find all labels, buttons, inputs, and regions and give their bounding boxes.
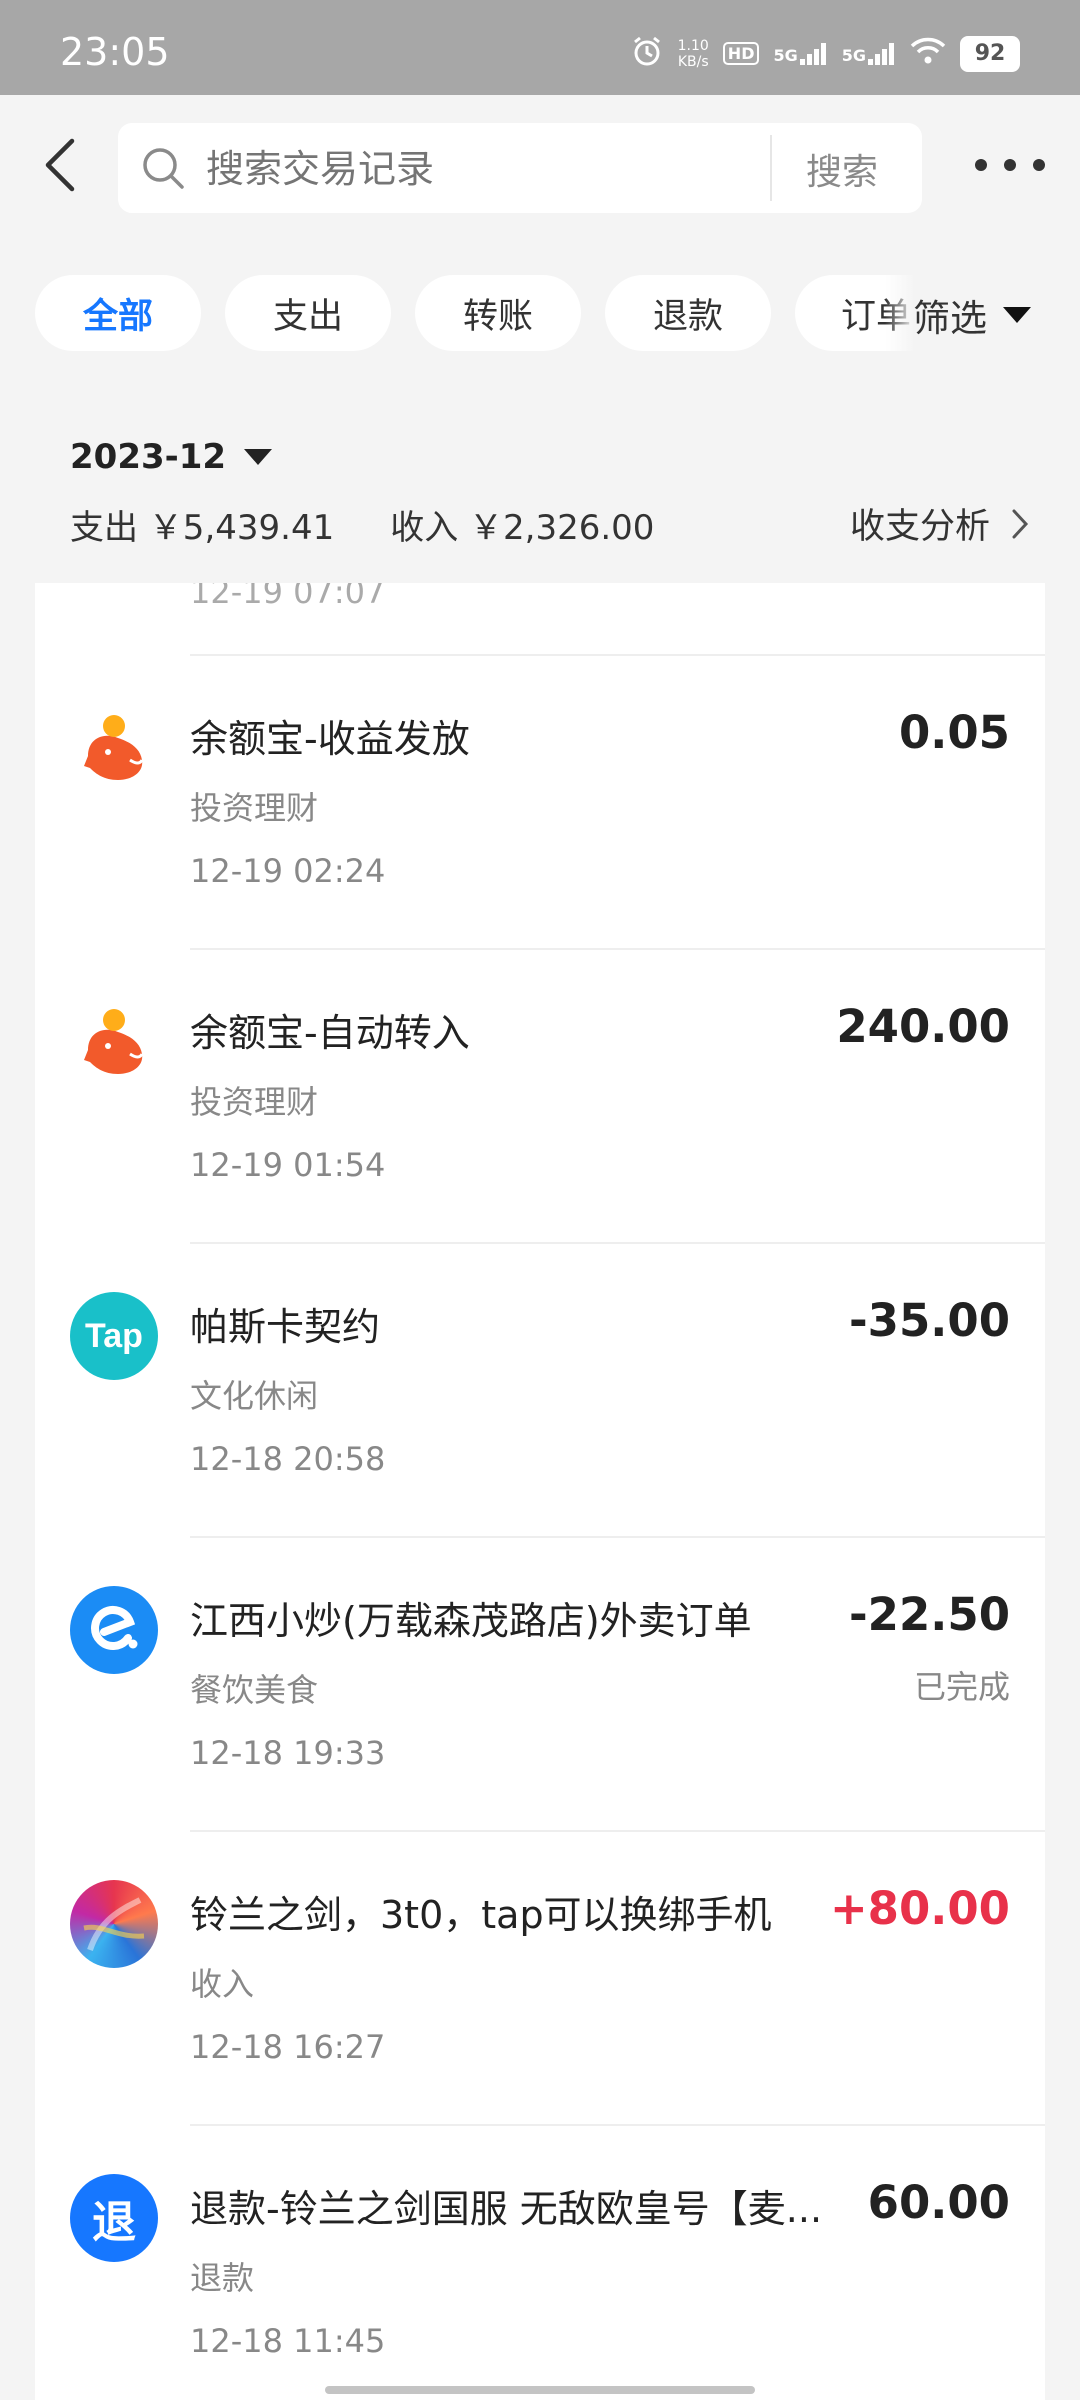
back-button[interactable] xyxy=(40,135,80,195)
filter-chips: 全部 支出 转账 退款 订单 筛选 xyxy=(0,270,1080,360)
search-input[interactable] xyxy=(204,139,868,199)
dot-icon xyxy=(1004,159,1016,171)
transaction-amount: +80.00 xyxy=(829,1882,1010,1935)
chip-expense[interactable]: 支出 xyxy=(225,275,391,351)
transaction-category: 收入 xyxy=(190,1965,255,2003)
network-speed-value: 1.10 xyxy=(677,37,709,54)
transaction-time: 12-18 11:45 xyxy=(190,2322,386,2360)
chip-refund[interactable]: 退款 xyxy=(605,275,771,351)
transaction-title: 铃兰之剑，3t0，tap可以换绑手机 xyxy=(190,1893,772,1937)
chevron-right-icon xyxy=(1012,509,1029,538)
more-options-button[interactable] xyxy=(975,150,1045,180)
transaction-amount: -22.50 xyxy=(848,1588,1010,1641)
income-total: 收入 ￥2,326.00 xyxy=(390,508,655,548)
search-button[interactable]: 搜索 xyxy=(806,143,878,195)
transaction-time: 12-19 01:54 xyxy=(190,1146,386,1184)
back-arrow-icon xyxy=(45,138,75,192)
analysis-label: 收支分析 xyxy=(849,507,990,547)
transaction-title: 余额宝-收益发放 xyxy=(190,717,470,761)
transaction-amount: 0.05 xyxy=(898,706,1010,759)
search-divider xyxy=(770,135,772,201)
clock: 23:05 xyxy=(60,30,170,74)
yuebao-icon xyxy=(70,704,158,792)
transaction-time: 12-18 19:33 xyxy=(190,1734,386,1772)
filter-button[interactable]: 筛选 xyxy=(885,270,1080,360)
transaction-amount: 60.00 xyxy=(867,2176,1010,2229)
signal-icon-sim2: 5G xyxy=(841,42,896,65)
transaction-category: 餐饮美食 xyxy=(190,1671,319,1709)
peek-time: 12-19 07:07 xyxy=(190,583,386,611)
avatar-icon xyxy=(70,1880,158,1968)
transaction-category: 文化休闲 xyxy=(190,1377,319,1415)
transaction-row[interactable]: 退 退款-铃兰之剑国服 无敌欧皇号【麦... 退款 12-18 11:45 60… xyxy=(35,2126,1045,2400)
battery-icon: 92 xyxy=(960,35,1020,72)
transaction-amount: -35.00 xyxy=(848,1294,1010,1347)
transaction-category: 投资理财 xyxy=(190,789,319,827)
signal-icon-sim1: 5G xyxy=(773,42,827,65)
status-icons: 1.10 KB/s HD 5G 5G 92 xyxy=(630,34,1020,73)
chip-transfer[interactable]: 转账 xyxy=(415,275,581,351)
filter-label: 筛选 xyxy=(913,297,987,340)
home-indicator[interactable] xyxy=(325,2386,755,2394)
refund-icon-text: 退 xyxy=(92,2197,136,2248)
dot-icon xyxy=(1033,159,1045,171)
transaction-amount: 240.00 xyxy=(836,1000,1010,1053)
transaction-row[interactable]: 余额宝-自动转入 投资理财 12-19 01:54 240.00 xyxy=(35,950,1045,1244)
month-selector[interactable]: 2023-12 xyxy=(70,437,273,477)
caret-down-icon xyxy=(1003,307,1031,323)
transaction-title: 帕斯卡契约 xyxy=(190,1305,381,1349)
header: 搜索 xyxy=(0,95,1080,245)
transaction-title: 江西小炒(万载森茂路店)外卖订单 xyxy=(190,1599,752,1643)
analysis-link[interactable]: 收支分析 xyxy=(850,498,1030,549)
transaction-category: 退款 xyxy=(190,2259,255,2297)
wifi-icon xyxy=(910,37,946,70)
transaction-time: 12-18 16:27 xyxy=(190,2028,386,2066)
transaction-title: 余额宝-自动转入 xyxy=(190,1011,470,1055)
transaction-row[interactable]: 余额宝-收益发放 投资理财 12-19 02:24 0.05 xyxy=(35,656,1045,950)
dot-icon xyxy=(975,159,987,171)
caret-down-icon xyxy=(244,449,273,465)
alarm-icon xyxy=(630,34,664,73)
refund-icon: 退 xyxy=(70,2174,158,2262)
sim1-label: 5G xyxy=(773,45,798,65)
search-icon xyxy=(140,145,186,191)
hd-icon: HD xyxy=(722,42,760,65)
transaction-time: 12-18 20:58 xyxy=(190,1440,386,1478)
transaction-category: 投资理财 xyxy=(190,1083,319,1121)
transaction-row[interactable]: 铃兰之剑，3t0，tap可以换绑手机 收入 12-18 16:27 +80.00 xyxy=(35,1832,1045,2126)
network-speed-unit: KB/s xyxy=(677,53,709,70)
chip-all[interactable]: 全部 xyxy=(35,275,201,351)
transaction-status: 已完成 xyxy=(913,1668,1010,1706)
month-summary: 支出 ￥5,439.41 收入 ￥2,326.00 xyxy=(70,500,654,549)
status-bar: 23:05 1.10 KB/s HD 5G 5G 92 xyxy=(0,0,1080,95)
transaction-time: 12-19 02:24 xyxy=(190,852,386,890)
sim2-label: 5G xyxy=(841,45,866,65)
search-box[interactable]: 搜索 xyxy=(118,123,922,213)
transaction-row[interactable]: 江西小炒(万载森茂路店)外卖订单 餐饮美食 12-18 19:33 -22.50… xyxy=(35,1538,1045,1832)
month-label: 2023-12 xyxy=(70,437,227,477)
eleme-icon xyxy=(70,1586,158,1674)
transaction-row[interactable]: Tap 帕斯卡契约 文化休闲 12-18 20:58 -35.00 xyxy=(35,1244,1045,1538)
transaction-title: 退款-铃兰之剑国服 无敌欧皇号【麦... xyxy=(190,2187,823,2231)
taptap-icon-text: Tap xyxy=(85,1316,143,1355)
transaction-list: 12-19 07:07 余额宝-收益发放 投资理财 12-19 02:24 0.… xyxy=(35,583,1045,2400)
expense-total: 支出 ￥5,439.41 xyxy=(70,508,335,548)
yuebao-icon xyxy=(70,998,158,1086)
taptap-icon: Tap xyxy=(70,1292,158,1380)
network-speed: 1.10 KB/s xyxy=(678,38,709,70)
